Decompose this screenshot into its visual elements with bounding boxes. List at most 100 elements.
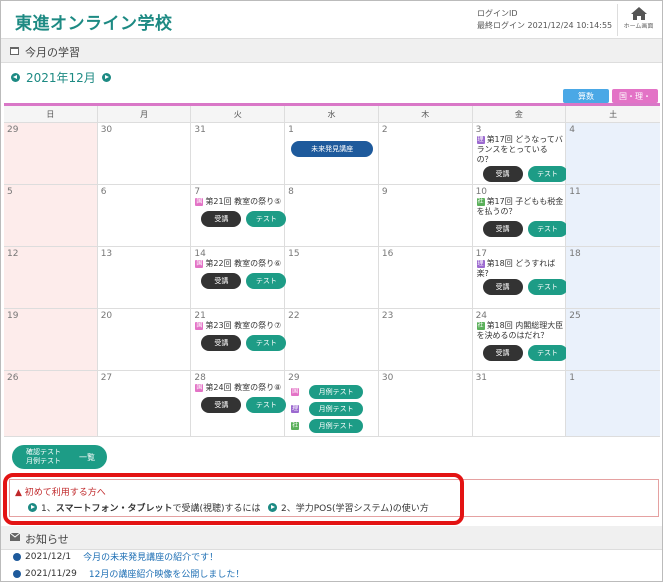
calendar-day: 17 理第18回 どうすれば楽? 受講 テスト [472,247,568,309]
last-login: 最終ログイン 2021/12/24 10:14:55 [477,21,613,30]
day-number: 29 [288,373,300,383]
day-number: 9 [381,187,388,197]
news-item: 2021/11/29 12月の講座紹介映像を公開しました！ [13,567,244,580]
test-button[interactable]: テスト [527,345,568,361]
calendar-day: 21 国第23回 教室の祭り⑦ 受講 テスト [191,309,287,371]
calendar-day: 30 [97,123,192,185]
weekday: 木 [379,106,473,123]
day-number: 16 [381,249,394,259]
calendar-day: 2 [378,123,473,185]
lesson-buttons: 受講 テスト [201,211,287,227]
lesson-buttons: 受講 テスト [201,273,287,289]
lesson-title: 第18回 どうすれば楽? [476,259,556,278]
calendar-weekdays: 日 月 火 水 木 金 土 [4,106,660,123]
day-number: 31 [194,125,206,135]
month-navigation: 2021年12月 [11,69,111,85]
lesson-buttons: 受講 テスト [482,345,568,361]
lesson-entry: 国第23回 教室の祭り⑦ [195,321,282,331]
weekday: 火 [191,106,286,123]
jukou-button[interactable]: 受講 [201,335,242,351]
monthly-test-button[interactable]: 月例テスト [309,384,364,399]
subject-badge: 理 [476,259,485,268]
day-number: 1 [569,373,576,383]
day-number: 8 [288,187,294,197]
mail-icon [10,533,20,541]
news-link[interactable]: 今月の未来発見講座の紹介です！ [83,550,218,563]
subject-badge: 国 [195,259,204,268]
lesson-entry: 理第18回 どうすれば楽? [476,259,564,279]
test-button[interactable]: テスト [246,211,287,227]
day-number: 19 [7,311,19,321]
subject-badge: 理 [291,404,300,413]
news-item: 2021/12/1 今月の未来発見講座の紹介です！ [13,550,218,563]
lesson-buttons: 受講 テスト [201,335,287,351]
calendar-day: 23 [378,309,473,371]
monthly-test-button[interactable]: 月例テスト [309,401,364,416]
lesson-title: 第18回 内閣総理大臣を決めるのはだれ？ [476,321,564,340]
jukou-button[interactable]: 受講 [201,211,242,227]
jukou-button[interactable]: 受講 [482,221,523,237]
study-section-title: 今月の学習 [25,46,80,59]
confirm-test-list-button[interactable]: 確認テスト 月例テスト 一覧 [12,445,107,469]
day-number: 29 [7,125,19,135]
lesson-entry: 国第21回 教室の祭り⑤ [195,197,282,207]
calendar-day: 15 [285,247,379,309]
test-button[interactable]: テスト [246,397,287,413]
day-number: 4 [569,125,576,135]
subject-badge: 社 [476,321,485,330]
weekday: 月 [98,106,192,123]
weekday: 土 [609,110,618,119]
calendar-day: 29 [4,123,98,185]
test-button[interactable]: テスト [527,166,568,182]
prev-month-icon[interactable] [11,72,20,82]
day-number: 3 [475,125,482,135]
jukou-button[interactable]: 受講 [201,397,242,413]
calendar-day: 1 未来発見講座 [285,123,379,185]
calendar-day: 22 [285,309,379,371]
test-button[interactable]: テスト [527,221,568,237]
calendar-day: 24 社第18回 内閣総理大臣を決めるのはだれ？ 受講 テスト [472,309,568,371]
day-number: 17 [475,249,488,259]
red-highlight-annotation [3,473,464,525]
jukou-button[interactable]: 受講 [482,166,523,182]
calendar-day: 10 社第17回 子どもも税金を払うの？ 受講 テスト [472,185,568,247]
mirai-lecture-button[interactable]: 未来発見講座 [291,141,374,157]
calendar-day: 8 [285,185,379,247]
tab-math[interactable]: 算数 [563,89,609,103]
subject-badge: 国 [291,387,300,396]
test-button[interactable]: テスト [246,335,287,351]
calendar-day: 14 国第22回 教室の祭り⑥ 受講 テスト [191,247,287,309]
calendar-day: 31 [472,371,567,437]
test-button[interactable]: テスト [527,279,568,295]
calendar-day: 29 国月例テスト 理月例テスト 社月例テスト [285,371,379,437]
lesson-buttons: 受講 テスト [201,397,287,413]
check-circle-icon [13,552,21,561]
subject-badge: 理 [476,135,485,144]
lesson-title: 第21回 教室の祭り⑤ [205,197,282,206]
calendar-day: 7 国第21回 教室の祭り⑤ 受講 テスト [191,185,287,247]
day-number: 15 [288,249,300,259]
jukou-button[interactable]: 受講 [201,273,242,289]
monthly-test-row: 国月例テスト [291,383,364,400]
day-number: 13 [100,249,113,259]
jukou-button[interactable]: 受講 [482,345,523,361]
news-link[interactable]: 12月の講座紹介映像を公開しました！ [89,567,244,580]
day-number: 21 [194,311,206,321]
home-button[interactable]: ホーム画面 [617,4,659,36]
calendar-day: 11 [566,185,660,247]
test-button[interactable]: テスト [246,273,287,289]
jukou-button[interactable]: 受講 [482,279,523,295]
day-number: 6 [100,187,107,197]
next-month-icon[interactable] [101,72,111,82]
monthly-test-button[interactable]: 月例テスト [309,418,364,433]
day-number: 11 [569,187,581,197]
news-date: 2021/12/1 [25,551,72,562]
weekday: 金 [473,106,567,123]
day-number: 2 [381,125,388,135]
tab-kokugo-rika-shakai[interactable]: 国・理・社 [612,89,658,112]
day-number: 20 [100,311,113,321]
weekday: 日 [4,106,98,123]
lesson-title: 第23回 教室の祭り⑦ [205,321,282,330]
site-logo[interactable]: 東進オンライン学校 [15,9,173,34]
lesson-title: 第22回 教室の祭り⑥ [205,259,282,268]
